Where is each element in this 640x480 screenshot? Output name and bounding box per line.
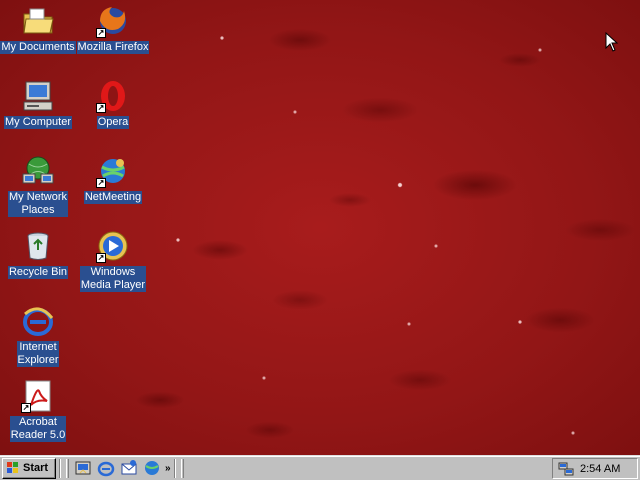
netmeeting-icon: ↗ bbox=[96, 154, 130, 188]
shortcut-arrow-icon: ↗ bbox=[21, 403, 31, 413]
internet-explorer-icon[interactable] bbox=[97, 459, 115, 477]
clock[interactable]: 2:54 AM bbox=[580, 463, 620, 475]
netmeeting-icon[interactable] bbox=[143, 459, 161, 477]
desktop-icon-label: NetMeeting bbox=[83, 191, 143, 204]
desktop-icon-label: Windows Media Player bbox=[79, 266, 147, 292]
desktop-icon-my-computer[interactable]: My Computer bbox=[0, 77, 76, 147]
acrobat-icon: ↗ bbox=[21, 379, 55, 413]
quick-launch-chevron[interactable]: » bbox=[165, 463, 171, 474]
taskbar-separator bbox=[59, 458, 61, 478]
shortcut-arrow-icon: ↗ bbox=[96, 178, 106, 188]
firefox-icon: ↗ bbox=[96, 4, 130, 38]
start-button[interactable]: Start bbox=[2, 457, 56, 479]
network-connection-icon[interactable] bbox=[558, 461, 574, 477]
desktop-icon-acrobat-reader[interactable]: ↗ Acrobat Reader 5.0 bbox=[0, 377, 76, 447]
desktop-icon-label: My Computer bbox=[3, 116, 73, 129]
desktop-icon-internet-explorer[interactable]: Internet Explorer bbox=[0, 302, 76, 372]
desktop-icon-windows-media-player[interactable]: ↗ Windows Media Player bbox=[75, 227, 151, 297]
desktop-icon-label: My Documents bbox=[0, 41, 76, 54]
taskbar: Start » 2:54 AM bbox=[0, 455, 640, 480]
internet-explorer-icon bbox=[21, 304, 55, 338]
taskbar-separator bbox=[173, 458, 176, 478]
computer-icon bbox=[21, 79, 55, 113]
desktop-icon-label: Opera bbox=[96, 116, 130, 129]
shortcut-arrow-icon: ↗ bbox=[96, 253, 106, 263]
system-tray: 2:54 AM bbox=[552, 458, 638, 479]
opera-icon: ↗ bbox=[96, 79, 130, 113]
desktop-icon-label: My Network Places bbox=[7, 191, 69, 217]
desktop-icon-mozilla-firefox[interactable]: ↗ Mozilla Firefox bbox=[75, 2, 151, 72]
quick-launch-toolbar bbox=[74, 459, 161, 477]
toolbar-grip[interactable] bbox=[66, 458, 69, 478]
shortcut-arrow-icon: ↗ bbox=[96, 103, 106, 113]
start-label: Start bbox=[23, 462, 49, 474]
toolbar-grip[interactable] bbox=[180, 458, 184, 478]
desktop-icon-label: Internet Explorer bbox=[16, 341, 60, 367]
mouse-cursor-icon bbox=[605, 32, 619, 52]
desktop[interactable]: My Documents My Computer My Network Plac… bbox=[0, 0, 640, 455]
recycle-bin-icon bbox=[21, 229, 55, 263]
windows-logo-icon bbox=[7, 462, 18, 473]
media-player-icon: ↗ bbox=[96, 229, 130, 263]
outlook-express-icon[interactable] bbox=[120, 459, 138, 477]
desktop-icon-label: Mozilla Firefox bbox=[76, 41, 150, 54]
desktop-icon-opera[interactable]: ↗ Opera bbox=[75, 77, 151, 147]
show-desktop-icon[interactable] bbox=[74, 459, 92, 477]
desktop-icon-my-network-places[interactable]: My Network Places bbox=[0, 152, 76, 222]
shortcut-arrow-icon: ↗ bbox=[96, 28, 106, 38]
desktop-icon-recycle-bin[interactable]: Recycle Bin bbox=[0, 227, 76, 297]
desktop-icon-netmeeting[interactable]: ↗ NetMeeting bbox=[75, 152, 151, 222]
desktop-icon-my-documents[interactable]: My Documents bbox=[0, 2, 76, 72]
folder-icon bbox=[21, 4, 55, 38]
desktop-icon-label: Recycle Bin bbox=[7, 266, 69, 279]
desktop-icon-label: Acrobat Reader 5.0 bbox=[9, 416, 67, 442]
network-icon bbox=[21, 154, 55, 188]
